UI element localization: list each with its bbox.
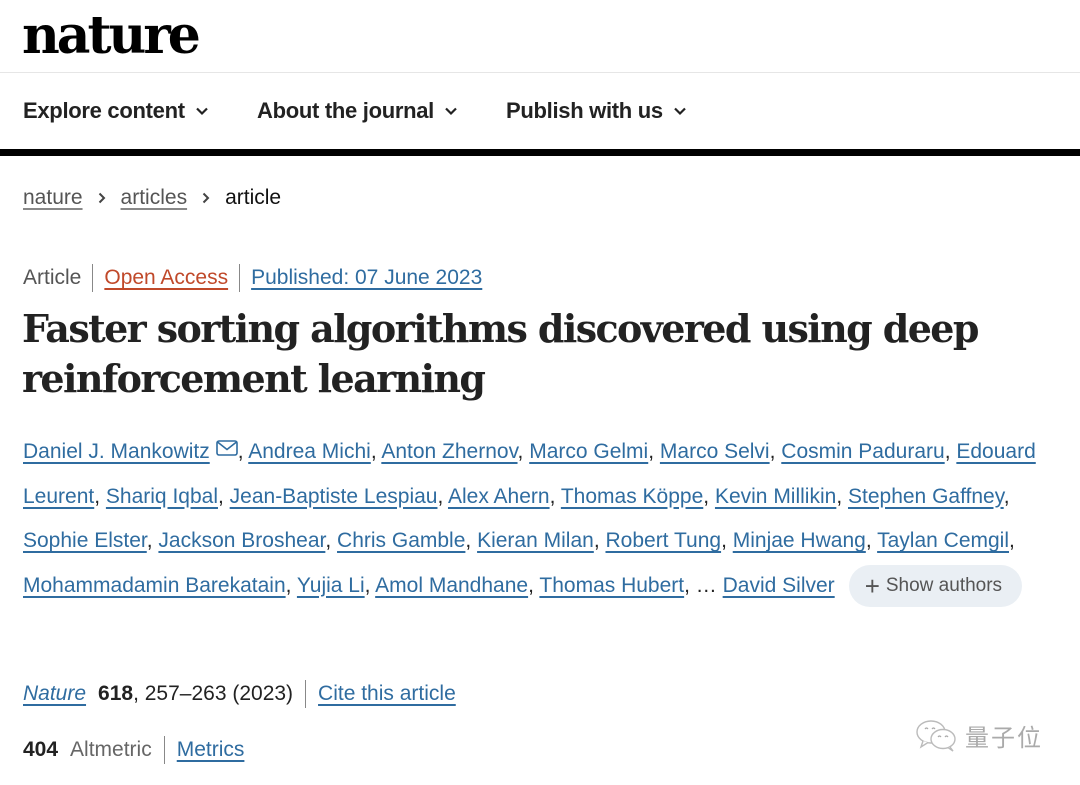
author-link[interactable]: Jean-Baptiste Lespiau: [230, 485, 438, 508]
author-link[interactable]: Marco Selvi: [660, 440, 770, 463]
author-link[interactable]: David Silver: [723, 574, 835, 597]
chevron-down-icon: [674, 107, 686, 116]
author-link[interactable]: Mohammadamin Barekatain: [23, 574, 286, 597]
chevron-right-icon: [98, 192, 105, 204]
author-link[interactable]: Robert Tung: [605, 529, 721, 552]
author-link[interactable]: Sophie Elster: [23, 529, 147, 552]
logo-bar: nature: [0, 0, 1080, 73]
altmetric-count: 404: [23, 738, 59, 761]
author-list: Daniel J. Mankowitz, Andrea Michi, Anton…: [23, 430, 1073, 608]
cite-this-article-link[interactable]: Cite this article: [318, 682, 456, 706]
mail-icon[interactable]: [215, 440, 238, 456]
citation-divider: [305, 680, 307, 708]
metrics-divider: [163, 736, 165, 764]
author-link[interactable]: Andrea Michi: [248, 440, 371, 463]
author-link[interactable]: Daniel J. Mankowitz: [23, 440, 210, 463]
show-authors-label: Show authors: [885, 574, 1003, 596]
watermark: 量子位: [915, 718, 1043, 753]
nav-label: Publish with us: [506, 98, 663, 123]
author-link[interactable]: Kieran Milan: [477, 529, 594, 552]
breadcrumb-nature[interactable]: nature: [23, 186, 83, 210]
author-link[interactable]: Shariq Iqbal: [106, 485, 218, 508]
wechat-icon: [916, 719, 956, 752]
nav-about-the-journal[interactable]: About the journal: [257, 98, 458, 124]
nature-logo[interactable]: nature: [22, 4, 201, 68]
author-link[interactable]: Amol Mandhane: [375, 574, 528, 597]
author-link[interactable]: Cosmin Paduraru: [781, 440, 944, 463]
plus-icon: +: [864, 570, 880, 601]
breadcrumb-articles[interactable]: articles: [121, 186, 188, 210]
author-link[interactable]: Thomas Hubert: [539, 574, 684, 597]
nav-label: Explore content: [23, 98, 185, 123]
metrics-row: 404 Altmetric Metrics: [23, 736, 244, 764]
author-link[interactable]: Kevin Millikin: [715, 485, 836, 508]
author-link[interactable]: Chris Gamble: [337, 529, 465, 552]
show-authors-button[interactable]: + Show authors: [848, 564, 1023, 607]
author-link[interactable]: Thomas Köppe: [561, 485, 703, 508]
nav-label: About the journal: [257, 98, 434, 123]
meta-divider: [92, 264, 94, 292]
nav-publish-with-us[interactable]: Publish with us: [506, 98, 687, 124]
author-ellipsis: …: [695, 573, 717, 597]
author-link[interactable]: Marco Gelmi: [529, 440, 648, 463]
open-access-link[interactable]: Open Access: [104, 266, 228, 290]
article-type: Article: [23, 266, 82, 289]
author-link[interactable]: Alex Ahern: [448, 485, 550, 508]
citation-row: Nature 618 , 257–263 (2023) Cite this ar…: [23, 680, 456, 708]
altmetric-label: Altmetric: [70, 738, 152, 761]
watermark-text: 量子位: [965, 724, 1043, 752]
metrics-link[interactable]: Metrics: [177, 738, 245, 762]
author-link[interactable]: Taylan Cemgil: [877, 529, 1009, 552]
header-divider: [0, 149, 1080, 156]
author-link[interactable]: Minjae Hwang: [733, 529, 866, 552]
author-link[interactable]: Yujia Li: [297, 574, 365, 597]
author-link[interactable]: Stephen Gaffney: [848, 485, 1004, 508]
article-meta: Article Open Access Published: 07 June 2…: [23, 264, 482, 292]
nav-explore-content[interactable]: Explore content: [23, 98, 209, 124]
breadcrumb: nature articles article: [23, 186, 281, 210]
article-title: Faster sorting algorithms discovered usi…: [22, 306, 979, 401]
breadcrumb-current: article: [225, 186, 282, 209]
chevron-down-icon: [195, 107, 208, 116]
chevron-down-icon: [445, 107, 457, 116]
journal-link[interactable]: Nature: [23, 682, 86, 706]
pages-year: , 257–263 (2023): [133, 682, 294, 705]
author-link[interactable]: Jackson Broshear: [158, 529, 325, 552]
published-date-link[interactable]: Published: 07 June 2023: [251, 266, 482, 290]
chevron-right-icon: [202, 192, 210, 204]
meta-divider: [239, 264, 241, 292]
author-link[interactable]: Anton Zhernov: [381, 440, 517, 463]
volume: 618: [98, 682, 134, 705]
